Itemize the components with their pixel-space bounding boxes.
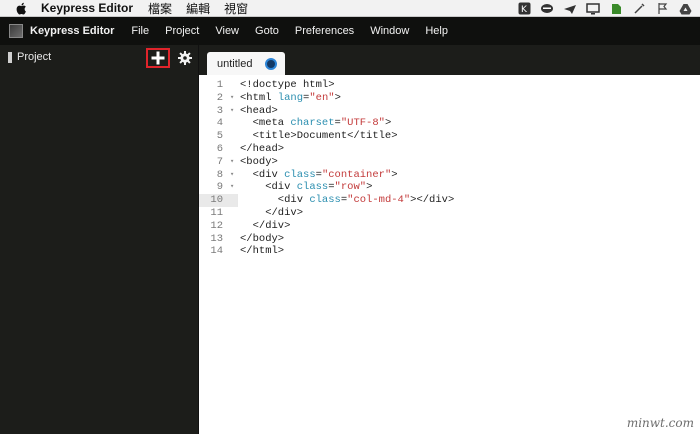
mac-menu-edit[interactable]: 編輯 bbox=[186, 0, 210, 17]
evernote-icon[interactable] bbox=[609, 2, 623, 16]
mac-menu-file[interactable]: 檔案 bbox=[148, 0, 172, 17]
code-text: <head> bbox=[240, 104, 278, 117]
menu-goto[interactable]: Goto bbox=[255, 25, 279, 37]
add-project-button[interactable] bbox=[146, 48, 170, 68]
code-text: </div> bbox=[240, 206, 304, 219]
code-text: <title>Document</title> bbox=[240, 130, 398, 143]
app-name: Keypress Editor bbox=[30, 25, 115, 37]
code-editor[interactable]: 1 <!doctype html> 2 ▾ <html lang="en"> 3 ▾ <hea… bbox=[199, 75, 700, 434]
code-line[interactable]: 12 </div> bbox=[199, 220, 700, 233]
system-tray: K bbox=[517, 0, 692, 17]
line-number: 4 bbox=[216, 117, 223, 130]
code-text: </body> bbox=[240, 232, 285, 245]
code-line[interactable]: 7 ▾ <body> bbox=[199, 156, 700, 169]
line-number: 14 bbox=[210, 245, 223, 258]
editor-area: untitled 1 <!doctype html> 2 ▾ <html lang="e… bbox=[199, 45, 700, 434]
sidebar-title: Project bbox=[17, 51, 52, 63]
code-line[interactable]: 3 ▾ <head> bbox=[199, 105, 700, 118]
apple-icon[interactable] bbox=[15, 1, 27, 15]
code-text: </div> bbox=[240, 219, 291, 232]
fold-arrow-icon[interactable]: ▾ bbox=[230, 156, 234, 169]
mac-menu-bar: Keypress Editor 檔案 編輯 視窗 K bbox=[0, 0, 700, 17]
code-text: </head> bbox=[240, 142, 285, 155]
menu-project[interactable]: Project bbox=[165, 25, 199, 37]
line-number: 6 bbox=[216, 142, 223, 155]
plus-icon bbox=[151, 51, 165, 65]
line-number: 10 bbox=[199, 194, 237, 207]
chat-icon[interactable] bbox=[540, 2, 554, 16]
gear-icon bbox=[178, 51, 192, 65]
menu-preferences[interactable]: Preferences bbox=[295, 25, 354, 37]
code-text: </html> bbox=[240, 245, 285, 258]
code-line[interactable]: 10 <div class="col-md-4"></div> bbox=[199, 194, 700, 207]
code-text: <div class="col-md-4"></div> bbox=[240, 194, 455, 207]
app-logo-icon bbox=[9, 24, 23, 38]
mac-app-name[interactable]: Keypress Editor bbox=[41, 1, 133, 15]
flag-icon[interactable] bbox=[655, 2, 669, 16]
sidebar-header: Project bbox=[0, 45, 198, 69]
code-line[interactable]: 9 ▾ <div class="row"> bbox=[199, 181, 700, 194]
airplane-icon[interactable] bbox=[563, 2, 577, 16]
menu-window[interactable]: Window bbox=[370, 25, 409, 37]
tools-icon[interactable] bbox=[632, 2, 646, 16]
code-line[interactable]: 6 </head> bbox=[199, 143, 700, 156]
tab-bar: untitled bbox=[199, 45, 700, 75]
menu-view[interactable]: View bbox=[215, 25, 239, 37]
mac-menu-window[interactable]: 視窗 bbox=[224, 0, 248, 17]
drive-icon[interactable] bbox=[678, 2, 692, 16]
code-text: <meta charset="UTF-8"> bbox=[240, 117, 392, 130]
code-text: <body> bbox=[240, 155, 278, 168]
fold-arrow-icon[interactable]: ▾ bbox=[230, 105, 234, 118]
code-text: <div class="container"> bbox=[240, 168, 398, 181]
code-line[interactable]: 2 ▾ <html lang="en"> bbox=[199, 92, 700, 105]
fold-arrow-icon[interactable]: ▾ bbox=[230, 92, 234, 105]
line-number: 12 bbox=[210, 219, 223, 232]
settings-button[interactable] bbox=[178, 51, 192, 65]
unsaved-indicator-icon[interactable] bbox=[265, 58, 277, 70]
code-line[interactable]: 13 </body> bbox=[199, 233, 700, 246]
tab-untitled[interactable]: untitled bbox=[207, 52, 285, 75]
line-number: 1 bbox=[216, 79, 223, 91]
kcode-icon[interactable]: K bbox=[517, 2, 531, 16]
code-line[interactable]: 1 <!doctype html> bbox=[199, 79, 700, 92]
code-line[interactable]: 4 <meta charset="UTF-8"> bbox=[199, 117, 700, 130]
code-line[interactable]: 14 </html> bbox=[199, 245, 700, 258]
fold-arrow-icon[interactable]: ▾ bbox=[230, 181, 234, 194]
code-line[interactable]: 5 <title>Document</title> bbox=[199, 130, 700, 143]
menu-help[interactable]: Help bbox=[425, 25, 448, 37]
code-text: <div class="row"> bbox=[240, 181, 373, 194]
code-line[interactable]: 11 </div> bbox=[199, 207, 700, 220]
drag-handle-icon[interactable] bbox=[8, 51, 12, 63]
menu-file[interactable]: File bbox=[131, 25, 149, 37]
line-number: 13 bbox=[210, 232, 223, 245]
project-sidebar: Project bbox=[0, 45, 199, 434]
line-number: 5 bbox=[216, 130, 223, 143]
tab-label: untitled bbox=[217, 57, 253, 70]
monitor-icon[interactable] bbox=[586, 2, 600, 16]
watermark: minwt.com bbox=[626, 416, 694, 430]
code-text: <html lang="en"> bbox=[240, 91, 341, 104]
line-number: 11 bbox=[210, 206, 223, 219]
fold-arrow-icon[interactable]: ▾ bbox=[230, 169, 234, 182]
code-line[interactable]: 8 ▾ <div class="container"> bbox=[199, 169, 700, 182]
code-text: <!doctype html> bbox=[240, 79, 335, 91]
app-toolbar: Keypress Editor File Project View Goto P… bbox=[0, 17, 700, 45]
